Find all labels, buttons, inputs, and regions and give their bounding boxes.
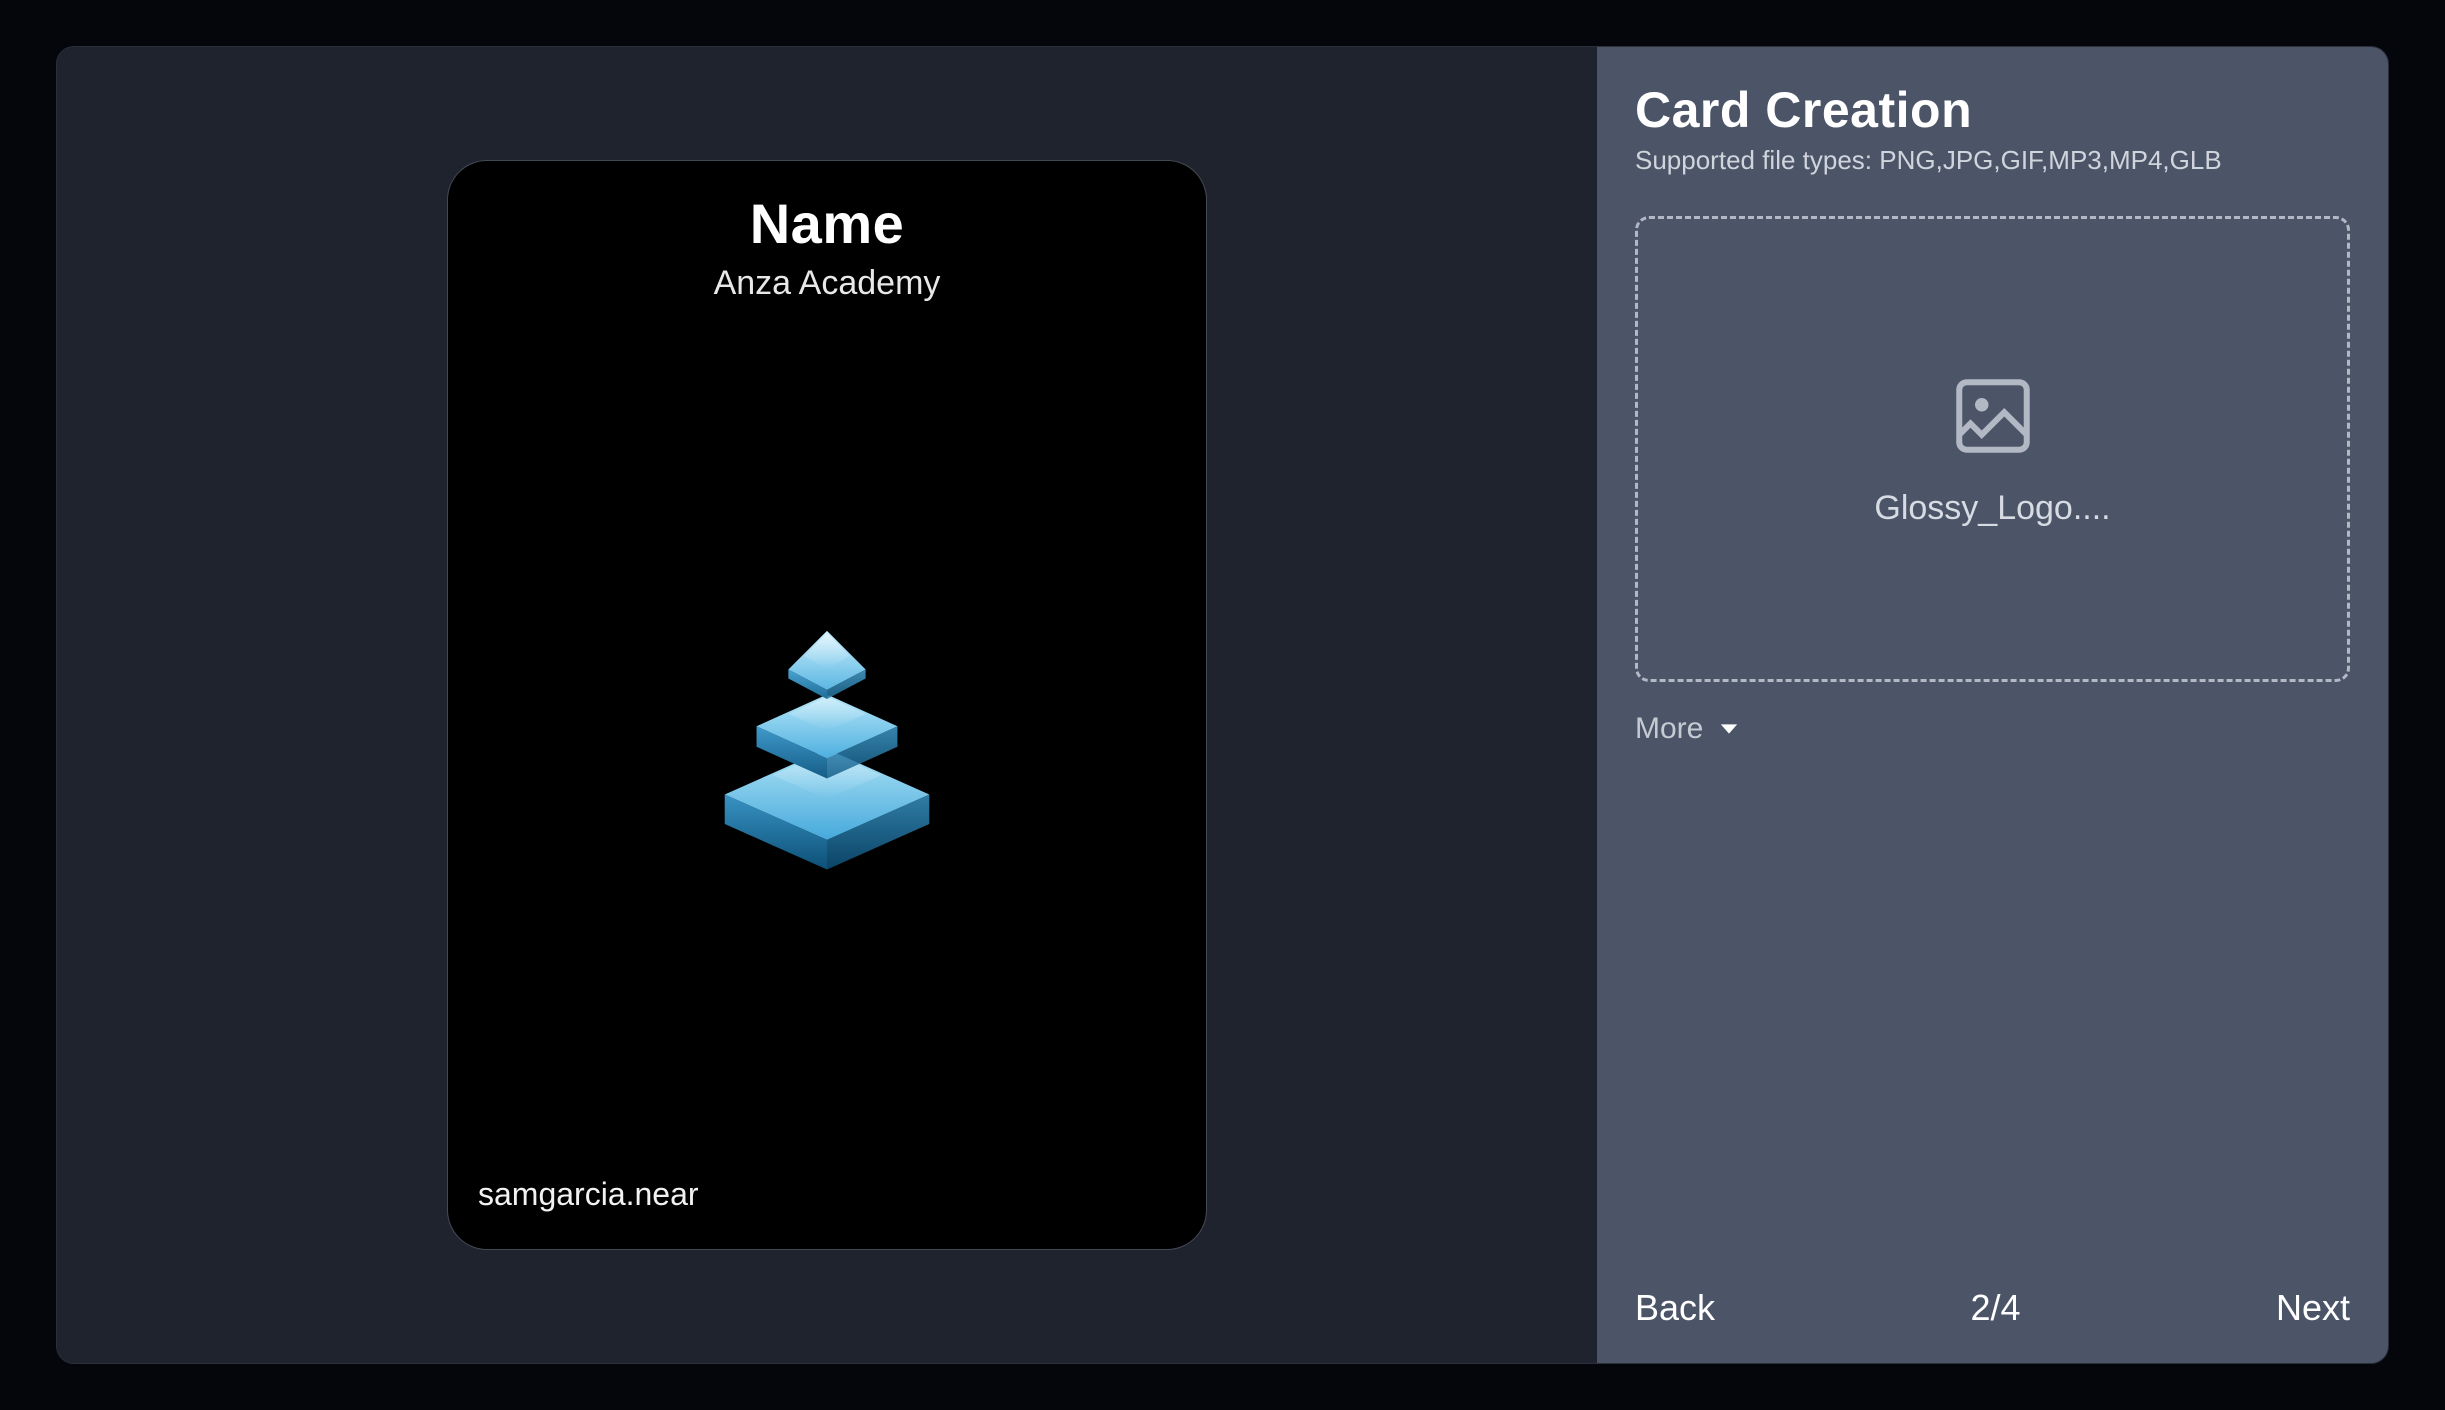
step-nav: Back 2/4 Next bbox=[1635, 1287, 2350, 1329]
app-viewport: Name Anza Academy bbox=[0, 0, 2445, 1410]
card-subtitle: Anza Academy bbox=[448, 264, 1206, 303]
card-title: Name bbox=[448, 191, 1206, 256]
card-logo bbox=[697, 619, 957, 879]
side-panel: Card Creation Supported file types: PNG,… bbox=[1597, 47, 2388, 1363]
creation-panel: Name Anza Academy bbox=[56, 46, 2389, 1364]
pyramid-logo-icon bbox=[712, 624, 942, 874]
uploaded-filename: Glossy_Logo.... bbox=[1874, 489, 2110, 528]
card-owner: samgarcia.near bbox=[478, 1176, 699, 1213]
back-button[interactable]: Back bbox=[1635, 1287, 1715, 1329]
next-button[interactable]: Next bbox=[2276, 1287, 2350, 1329]
supported-types-label: Supported file types: PNG,JPG,GIF,MP3,MP… bbox=[1635, 145, 2350, 176]
card-preview-area: Name Anza Academy bbox=[57, 47, 1597, 1363]
image-icon bbox=[1948, 371, 2038, 461]
page-title: Card Creation bbox=[1635, 81, 2350, 139]
more-toggle[interactable]: More bbox=[1635, 712, 2350, 746]
step-indicator: 2/4 bbox=[1970, 1287, 2020, 1329]
chevron-down-icon bbox=[1715, 715, 1743, 743]
more-label: More bbox=[1635, 712, 1703, 746]
file-dropzone[interactable]: Glossy_Logo.... bbox=[1635, 216, 2350, 682]
card-preview: Name Anza Academy bbox=[447, 160, 1207, 1250]
